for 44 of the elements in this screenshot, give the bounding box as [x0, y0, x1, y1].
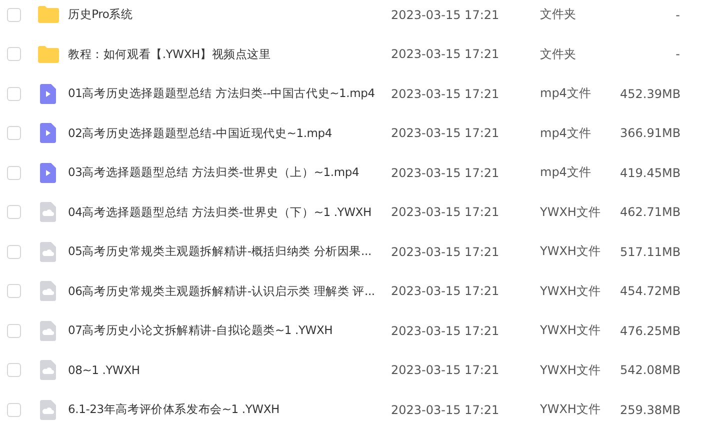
file-type: 文件夹	[540, 6, 577, 24]
file-name[interactable]: 05高考历史常规类主观题拆解精讲-概括归纳类 分析因果...	[68, 244, 391, 260]
modified-date: 2023-03-15 17:21	[391, 8, 500, 22]
file-name[interactable]: 08~1 .YWXH	[68, 363, 391, 378]
file-name[interactable]: 02高考历史选择题题型总结-中国近现代史~1.mp4	[68, 126, 391, 141]
file-type: YWXH文件	[540, 204, 602, 221]
file-type: 文件夹	[540, 46, 577, 63]
modified-date: 2023-03-15 17:21	[391, 363, 500, 378]
modified-date: 2023-03-15 17:21	[391, 284, 500, 298]
file-size: 476.25MB	[620, 324, 680, 338]
modified-date: 2023-03-15 17:21	[391, 126, 500, 140]
file-size: 454.72MB	[620, 284, 680, 298]
file-name[interactable]: 历史Pro系统	[68, 7, 391, 22]
modified-date: 2023-03-15 17:21	[391, 47, 500, 62]
file-name[interactable]: 07高考历史小论文拆解精讲-自拟论题类~1 .YWXH	[68, 323, 391, 338]
modified-date: 2023-03-15 17:21	[391, 244, 500, 259]
file-size: 259.38MB	[620, 402, 680, 417]
file-name[interactable]: 01高考历史选择题题型总结 方法归类--中国古代史~1.mp4	[68, 86, 391, 102]
modified-date: 2023-03-15 17:21	[391, 402, 500, 417]
file-type: YWXH文件	[540, 243, 602, 260]
file-type: YWXH文件	[540, 322, 602, 340]
file-type: YWXH文件	[540, 362, 602, 379]
modified-date: 2023-03-15 17:21	[391, 86, 500, 101]
file-name[interactable]: 04高考选择题题型总结 方法归类-世界史（下）~1 .YWXH	[68, 204, 391, 220]
file-type: mp4文件	[540, 164, 592, 182]
file-name[interactable]: 03高考选择题题型总结 方法归类-世界史（上）~1.mp4	[68, 165, 391, 180]
modified-date: 2023-03-15 17:21	[391, 324, 500, 338]
file-name[interactable]: 06高考历史常规类主观题拆解精讲-认识启示类 理解类 评...	[68, 284, 391, 299]
file-size: 419.45MB	[620, 166, 680, 180]
modified-date: 2023-03-15 17:21	[391, 205, 500, 220]
file-size: -	[674, 8, 680, 22]
file-type: mp4文件	[540, 85, 592, 102]
file-size: 542.08MB	[620, 363, 680, 378]
file-type: YWXH文件	[540, 282, 602, 300]
file-size: 517.11MB	[620, 244, 680, 259]
file-type: mp4文件	[540, 124, 592, 142]
file-name[interactable]: 教程：如何观看【.YWXH】视频点这里	[68, 46, 391, 62]
file-name[interactable]: 6.1-23年高考评价体系发布会~1 .YWXH	[68, 402, 391, 418]
file-size: 452.39MB	[620, 86, 680, 101]
file-size: 462.71MB	[620, 205, 680, 220]
file-type: YWXH文件	[540, 401, 602, 418]
file-size: 366.91MB	[620, 126, 680, 140]
modified-date: 2023-03-15 17:21	[391, 166, 500, 180]
file-size: -	[674, 47, 680, 62]
